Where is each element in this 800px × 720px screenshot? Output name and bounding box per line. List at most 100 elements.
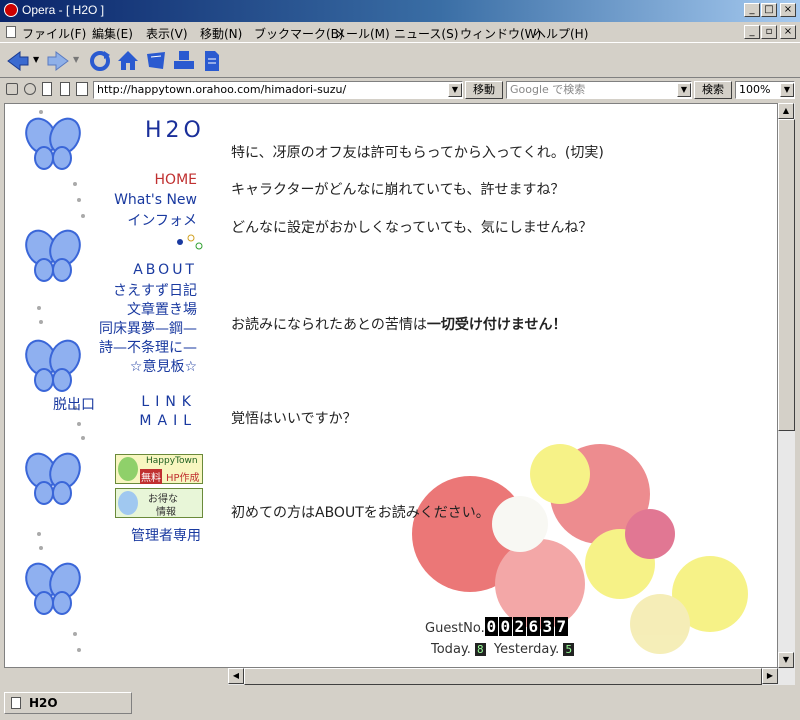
- deals-banner[interactable]: お得な 情報: [115, 488, 203, 518]
- page-viewport: H2O HOME What's New インフォメ ABOUT さえすず日記 文…: [4, 103, 778, 668]
- nav-whats-new-link[interactable]: What's New: [95, 192, 197, 208]
- forward-arrow-icon[interactable]: [46, 49, 70, 73]
- vertical-scrollbar[interactable]: ▲ ▼: [778, 103, 795, 685]
- today-count: 8: [475, 643, 486, 656]
- nav-link-link[interactable]: LINK: [115, 394, 197, 410]
- nav-diary-link[interactable]: さえすず日記: [85, 280, 197, 300]
- warning-line: お読みになられたあとの苦情は一切受け付けません！: [231, 314, 566, 334]
- page-tab-title: H2O: [29, 696, 58, 710]
- scroll-right-icon[interactable]: ▶: [762, 668, 778, 684]
- address-bar: http://happytown.orahoo.com/himadori-suz…: [0, 78, 800, 102]
- nav-exit-link[interactable]: 脱出口: [53, 394, 95, 414]
- url-field[interactable]: http://happytown.orahoo.com/himadori-suz…: [93, 81, 463, 99]
- content-line: 初めての方はABOUTをお読みください。: [231, 505, 490, 521]
- nav-info-link[interactable]: インフォメ: [95, 210, 197, 230]
- vertical-scroll-thumb[interactable]: [778, 119, 795, 431]
- hotlist-icon[interactable]: [144, 49, 168, 73]
- tab-page-icon: [11, 697, 21, 709]
- opera-logo-icon: [4, 3, 18, 17]
- happytown-free-badge: 無料: [140, 469, 162, 484]
- doc-close-button[interactable]: ×: [780, 25, 796, 39]
- counter-digit: 3: [540, 617, 554, 636]
- search-dropdown-icon[interactable]: ▼: [677, 83, 691, 97]
- menu-file[interactable]: ファイル(F): [22, 25, 86, 42]
- go-button[interactable]: 移動: [465, 81, 503, 99]
- scroll-left-icon[interactable]: ◀: [228, 668, 244, 684]
- lock-icon[interactable]: [6, 83, 18, 95]
- content-line: 特に、冴原のオフ友は許可もらってから入ってくれ。(切実): [231, 145, 604, 161]
- deals-banner-subtext: 情報: [156, 507, 176, 518]
- search-field[interactable]: Google で検索: [506, 81, 692, 99]
- content-line: どんなに設定がおかしくなっていても、気にしませんね？: [231, 220, 593, 236]
- menu-bar: ファイル(F) 編集(E) 表示(V) 移動(N) ブックマーク(B) メール(…: [0, 22, 800, 42]
- warning-emphasis: 一切受け付けません！: [426, 317, 567, 333]
- horizontal-scrollbar[interactable]: ◀ ▶: [228, 668, 778, 685]
- close-button[interactable]: ×: [780, 3, 796, 17]
- source-icon[interactable]: [60, 82, 70, 96]
- nav-poems-link[interactable]: 詩—不条理に—: [75, 337, 197, 357]
- nav-bbs-link[interactable]: ☆意見板☆: [85, 356, 197, 376]
- nav-doujin-link[interactable]: 同床異夢—鋼—: [75, 318, 197, 338]
- counter-digit: 7: [554, 617, 568, 636]
- back-arrow-icon[interactable]: [6, 49, 30, 73]
- counter-digit: 2: [512, 617, 526, 636]
- counter-digit: 0: [498, 617, 512, 636]
- guest-counter-label: GuestNo.: [425, 621, 485, 636]
- counter-digit: 6: [526, 617, 540, 636]
- menu-edit[interactable]: 編集(E): [92, 25, 133, 42]
- reload-icon[interactable]: [88, 49, 112, 73]
- page-small-icon: [76, 82, 88, 96]
- happytown-banner-text: HappyTown: [146, 456, 198, 466]
- nav-about-link[interactable]: ABOUT: [95, 262, 197, 278]
- counter-digit: 0: [484, 617, 498, 636]
- horizontal-scroll-thumb[interactable]: [244, 668, 762, 685]
- maximize-button[interactable]: □: [761, 3, 777, 17]
- minimize-button[interactable]: _: [744, 3, 760, 17]
- bubbles-icon: [177, 234, 203, 250]
- butterfly-icon: [25, 562, 81, 615]
- home-icon[interactable]: [116, 49, 140, 73]
- nav-writings-link[interactable]: 文章置き場: [85, 299, 197, 319]
- nav-home-link[interactable]: HOME: [105, 172, 197, 188]
- happytown-banner[interactable]: HappyTown 無料 HP作成: [115, 454, 203, 484]
- menu-view[interactable]: 表示(V): [146, 25, 188, 42]
- print-icon[interactable]: [172, 49, 196, 73]
- scroll-up-icon[interactable]: ▲: [778, 103, 794, 119]
- doc-minimize-button[interactable]: _: [744, 25, 760, 39]
- menu-bookmarks[interactable]: ブックマーク(B): [254, 25, 344, 42]
- site-title: H2O: [145, 118, 205, 143]
- cookie-icon[interactable]: [24, 83, 36, 95]
- menu-help[interactable]: ヘルプ(H): [534, 25, 588, 42]
- admin-link[interactable]: 管理者専用: [105, 525, 201, 545]
- page-icon[interactable]: [42, 82, 52, 96]
- content-line: キャラクターがどんなに崩れていても、許せますね？: [231, 182, 565, 198]
- url-dropdown-icon[interactable]: ▼: [448, 83, 462, 97]
- butterfly-icon: [25, 452, 81, 505]
- search-button[interactable]: 検索: [694, 81, 732, 99]
- menu-mail[interactable]: メール(M): [334, 25, 390, 42]
- back-dropdown-icon[interactable]: ▼: [33, 55, 39, 64]
- window-title: Opera - [ H2O ]: [22, 3, 105, 17]
- warning-text: お読みになられたあとの苦情は: [231, 317, 427, 333]
- forward-dropdown-icon[interactable]: ▼: [73, 55, 79, 64]
- title-bar[interactable]: Opera - [ H2O ] _ □ ×: [0, 0, 800, 22]
- happytown-logo-icon: [118, 457, 138, 481]
- document-icon: [6, 26, 16, 38]
- page-info-icon[interactable]: [200, 49, 224, 73]
- yesterday-label: Yesterday.: [493, 642, 560, 657]
- butterfly-icon: [25, 117, 81, 170]
- menu-navigate[interactable]: 移動(N): [200, 25, 242, 42]
- navigation-toolbar: ▼ ▼: [0, 42, 800, 78]
- doc-restore-button[interactable]: ▫: [761, 25, 777, 39]
- status-bar: H2O: [0, 686, 800, 720]
- scroll-down-icon[interactable]: ▼: [778, 652, 794, 668]
- zoom-dropdown-icon[interactable]: ▼: [780, 83, 794, 97]
- content-line: 覚悟はいいですか？: [231, 411, 357, 427]
- page-tab[interactable]: H2O: [4, 692, 132, 714]
- nav-mail-link[interactable]: MAIL: [115, 413, 197, 429]
- menu-news[interactable]: ニュース(S): [394, 25, 458, 42]
- butterfly-icon: [25, 229, 81, 282]
- today-label: Today.: [431, 642, 471, 657]
- menu-window[interactable]: ウィンドウ(W): [460, 25, 541, 42]
- happytown-banner-subtext: HP作成: [166, 473, 200, 484]
